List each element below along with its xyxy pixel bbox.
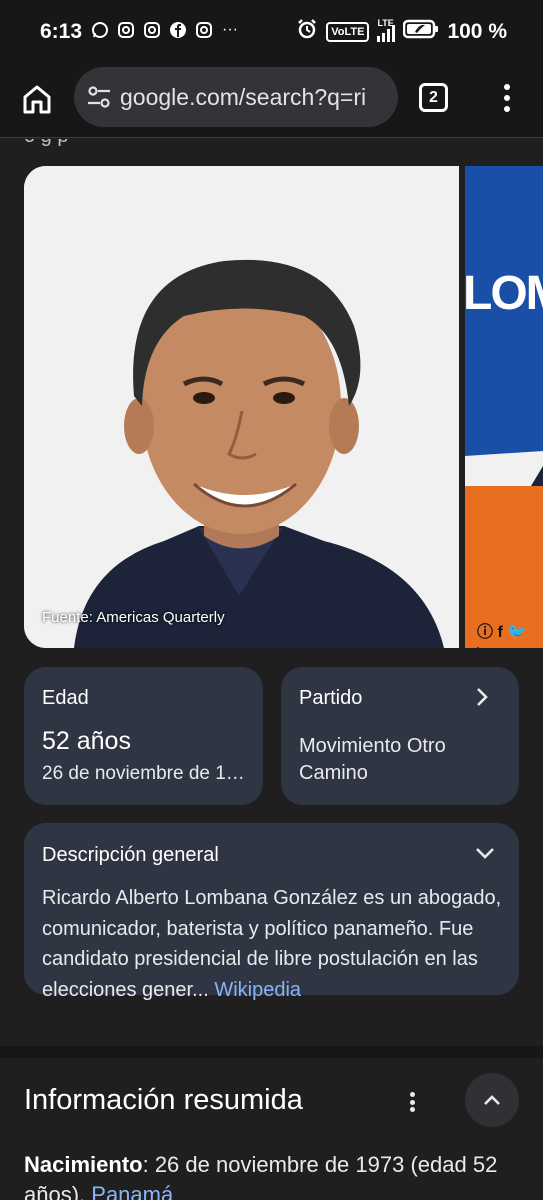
birth-date: 26 de noviembre de 1973 bbox=[42, 763, 247, 784]
description-title: Descripción general bbox=[42, 844, 219, 866]
tab-switcher-button[interactable]: 2 bbox=[419, 83, 448, 112]
party-value: Movimiento Otro Camino bbox=[299, 735, 446, 784]
battery-level: 100 % bbox=[447, 19, 507, 43]
instagram-icon bbox=[142, 20, 162, 40]
whatsapp-icon bbox=[90, 20, 110, 40]
site-settings-icon[interactable] bbox=[84, 82, 114, 112]
image-credit: Fuente: Americas Quarterly bbox=[42, 609, 225, 626]
cut-off-text: o g p bbox=[24, 139, 68, 148]
notification-icons: ··· bbox=[90, 20, 240, 40]
instagram-icon bbox=[194, 20, 214, 40]
overflow-menu-button[interactable] bbox=[494, 81, 520, 115]
more-notifications-icon: ··· bbox=[222, 21, 238, 38]
address-bar[interactable]: google.com/search?q=ri bbox=[74, 67, 398, 127]
portrait-illustration bbox=[24, 166, 459, 648]
status-bar: 6:13 ··· VoLTE LTE 100 % bbox=[0, 0, 543, 62]
birthplace-link[interactable]: Panamá bbox=[91, 1182, 173, 1200]
url-text[interactable]: google.com/search?q=ri bbox=[120, 84, 366, 111]
section-divider bbox=[0, 1046, 543, 1058]
social-icons: ⓘ f 🐦 ▶ bbox=[477, 624, 528, 648]
wikipedia-link[interactable]: Wikipedia bbox=[214, 979, 301, 1001]
secondary-image[interactable]: LOM ⓘ f 🐦 ▶ bbox=[465, 166, 543, 648]
status-time: 6:13 bbox=[40, 20, 83, 43]
volte-badge: VoLTE bbox=[326, 21, 370, 42]
chevron-right-icon bbox=[477, 688, 488, 706]
more-options-icon[interactable] bbox=[404, 1090, 420, 1114]
age-card[interactable]: Edad 52 años 26 de noviembre de 1973 bbox=[24, 667, 263, 805]
age-title: Edad bbox=[42, 687, 89, 709]
profile-image[interactable]: Fuente: Americas Quarterly bbox=[24, 166, 459, 648]
party-title: Partido bbox=[299, 687, 363, 709]
facebook-icon bbox=[168, 20, 188, 40]
collapse-button[interactable] bbox=[465, 1073, 519, 1127]
browser-toolbar: google.com/search?q=ri 2 bbox=[0, 62, 543, 138]
chevron-up-icon bbox=[484, 1095, 500, 1105]
search-results: o g p Fuente: Americas Quarterly LOM bbox=[0, 139, 543, 1200]
chevron-down-icon[interactable] bbox=[473, 841, 497, 865]
summary-title: Información resumida bbox=[24, 1084, 303, 1116]
home-button[interactable] bbox=[18, 80, 56, 118]
battery-icon bbox=[403, 19, 439, 44]
home-icon bbox=[23, 85, 51, 114]
party-card[interactable]: Partido Movimiento Otro Camino bbox=[281, 667, 519, 805]
age-value: 52 años bbox=[42, 727, 131, 755]
lte-label: LTE bbox=[377, 17, 394, 28]
instagram-icon bbox=[116, 20, 136, 40]
system-status: VoLTE LTE 100 % bbox=[296, 18, 507, 45]
alarm-icon bbox=[296, 18, 318, 45]
description-card[interactable]: Descripción general Ricardo Alberto Lomb… bbox=[24, 823, 519, 1001]
description-text: Ricardo Alberto Lombana González es un a… bbox=[42, 887, 502, 1001]
birth-info: Nacimiento: 26 de noviembre de 1973 (eda… bbox=[24, 1150, 514, 1200]
signal-icon: LTE bbox=[377, 18, 396, 42]
birth-label: Nacimiento bbox=[24, 1152, 143, 1177]
